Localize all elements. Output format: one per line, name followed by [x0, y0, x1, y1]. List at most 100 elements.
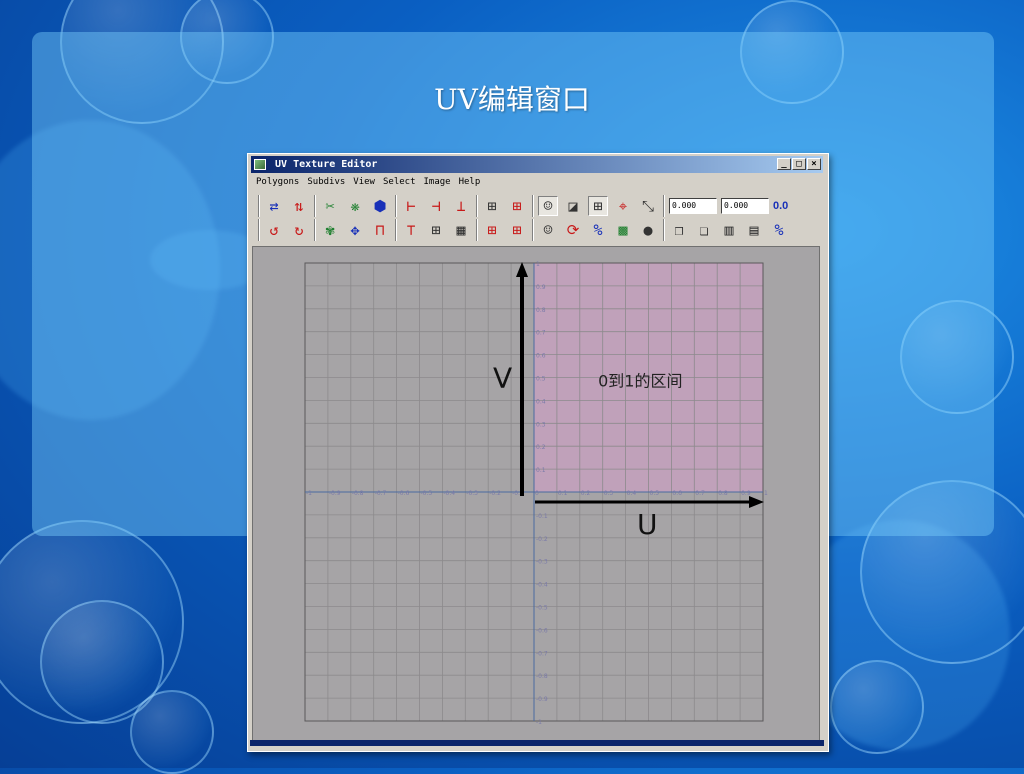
move-uv-icon[interactable]: ⇄: [264, 196, 284, 216]
v-tick-label: -0.6: [536, 627, 548, 634]
window-title: UV Texture Editor: [275, 159, 378, 170]
u-value-field[interactable]: 0.000: [669, 198, 717, 214]
v-tick-label: 0.2: [536, 444, 546, 451]
unfold-icon[interactable]: ✾: [320, 220, 340, 240]
u-tick-label: 0.4: [627, 490, 637, 497]
v-tick-label: 0.3: [536, 421, 546, 428]
window-titlebar[interactable]: UV Texture Editor _ □ ×: [251, 156, 823, 173]
u-tick-label: 0.3: [604, 490, 614, 497]
close-button[interactable]: ×: [807, 158, 821, 170]
paste-u-icon[interactable]: ▥: [719, 220, 739, 240]
u-tick-label: 0.6: [672, 490, 682, 497]
u-tick-label: -0.5: [421, 490, 433, 497]
v-tick-label: -0.9: [536, 696, 548, 703]
snap-icon[interactable]: ⤡: [638, 196, 658, 216]
u-tick-label: 0.9: [741, 490, 751, 497]
v-tick-label: 0.5: [536, 376, 546, 383]
u-tick-label: 1: [764, 490, 768, 497]
u-axis-arrow-head: [749, 496, 764, 508]
cut-uv-icon[interactable]: ✂: [320, 196, 340, 216]
sew-uv-icon[interactable]: ❋: [345, 196, 365, 216]
minimize-button[interactable]: _: [777, 158, 791, 170]
u-axis-label: U: [637, 508, 658, 541]
menu-subdivs[interactable]: Subdivs: [307, 175, 345, 189]
uv-grid-canvas[interactable]: -1 -0.9 -0.8 -0.7 -0.6 -0.5 -0.4 -0.3 -0.2 -0.1 0 0…: [253, 247, 819, 741]
paste-icon[interactable]: ❏: [694, 220, 714, 240]
reset-uv-button[interactable]: 0.0: [773, 200, 788, 212]
swap-icon[interactable]: %: [769, 220, 789, 240]
toolbar-separator: [395, 195, 397, 217]
toolbar-row-2: ↺ ↻ ✾ ✥ ⊓ ⊤ ⊞ ▦ ⊞ ⊞ ☺ ⟳ % ▩ ● ❐ ❏ ▥ ▤ %: [258, 218, 794, 242]
v-value-field[interactable]: 0.000: [721, 198, 769, 214]
toolbar-separator: [476, 219, 478, 241]
rotate-cw-icon[interactable]: ↻: [289, 220, 309, 240]
shade-icon[interactable]: ◪: [563, 196, 583, 216]
toolbar-separator: [476, 195, 478, 217]
toolbar-separator: [258, 219, 260, 241]
grid-add-icon[interactable]: ⊞: [507, 196, 527, 216]
v-tick-label: -1: [536, 719, 542, 726]
paste-v-icon[interactable]: ▤: [744, 220, 764, 240]
v-tick-label: -0.8: [536, 673, 548, 680]
v-tick-label: 0.9: [536, 284, 546, 291]
v-tick-label: -0.5: [536, 605, 548, 612]
toolbar-separator: [663, 219, 665, 241]
checker-icon[interactable]: ▦: [451, 220, 471, 240]
slide-title: UV编辑窗口: [434, 83, 590, 116]
u-tick-label: 0.8: [718, 490, 728, 497]
align-left-icon[interactable]: ⊢: [401, 196, 421, 216]
refresh-icon[interactable]: ⟳: [563, 220, 583, 240]
u-tick-label: -0.9: [329, 490, 341, 497]
display-image-icon[interactable]: ☺: [538, 196, 558, 216]
copy-icon[interactable]: ❐: [669, 220, 689, 240]
v-axis-arrow-head: [516, 262, 528, 277]
toolbar-separator: [258, 195, 260, 217]
window-bottom-border: [250, 740, 824, 746]
menu-bar: Polygons Subdivs View Select Image Help: [252, 175, 480, 189]
grid-small-icon[interactable]: ⊞: [426, 220, 446, 240]
uv-texture-editor-window: UV Texture Editor _ □ × Polygons Subdivs…: [247, 153, 829, 752]
toolbar-separator: [532, 195, 534, 217]
toolbar-separator: [395, 219, 397, 241]
bubble: [830, 660, 924, 754]
v-tick-label: 0.6: [536, 353, 546, 360]
grid-red-icon[interactable]: ⊞: [482, 220, 502, 240]
flip-uv-icon[interactable]: ⇅: [289, 196, 309, 216]
color-image-icon[interactable]: ▩: [613, 220, 633, 240]
menu-polygons[interactable]: Polygons: [256, 175, 299, 189]
toggle-grid-icon[interactable]: ⊞: [588, 196, 608, 216]
circle-icon[interactable]: ●: [638, 220, 658, 240]
relax-icon[interactable]: ✥: [345, 220, 365, 240]
bubble: [130, 690, 214, 774]
v-tick-label: 1: [536, 261, 540, 268]
u-tick-label: 0.7: [695, 490, 705, 497]
merge-uv-icon[interactable]: ⬢: [370, 196, 390, 216]
u-tick-label: -1: [306, 490, 312, 497]
layout-icon[interactable]: ⊓: [370, 220, 390, 240]
u-tick-label: -0.8: [352, 490, 364, 497]
person-icon[interactable]: ☺: [538, 220, 558, 240]
rotate-ccw-icon[interactable]: ↺: [264, 220, 284, 240]
align-bottom-icon[interactable]: ⊥: [451, 196, 471, 216]
menu-select[interactable]: Select: [383, 175, 416, 189]
u-tick-label: -0.3: [466, 490, 478, 497]
menu-image[interactable]: Image: [424, 175, 451, 189]
align-right-icon[interactable]: ⊣: [426, 196, 446, 216]
uv-viewport[interactable]: -1 -0.9 -0.8 -0.7 -0.6 -0.5 -0.4 -0.3 -0.2 -0.1 0 0…: [252, 246, 820, 742]
menu-view[interactable]: View: [353, 175, 375, 189]
grid-icon[interactable]: ⊞: [482, 196, 502, 216]
v-tick-label: 0.7: [536, 330, 546, 337]
maximize-button[interactable]: □: [792, 158, 806, 170]
pin-icon[interactable]: ⌖: [613, 196, 633, 216]
percent-icon[interactable]: %: [588, 220, 608, 240]
align-top-icon[interactable]: ⊤: [401, 220, 421, 240]
v-tick-label: -0.2: [536, 536, 548, 543]
menu-help[interactable]: Help: [459, 175, 481, 189]
u-tick-label: -0.6: [398, 490, 410, 497]
v-tick-label: -0.7: [536, 650, 548, 657]
u-tick-label: -0.2: [489, 490, 501, 497]
v-tick-label: 0.8: [536, 307, 546, 314]
grid-red2-icon[interactable]: ⊞: [507, 220, 527, 240]
range-label: 0到1的区间: [598, 372, 682, 391]
u-tick-label: -0.4: [443, 490, 455, 497]
